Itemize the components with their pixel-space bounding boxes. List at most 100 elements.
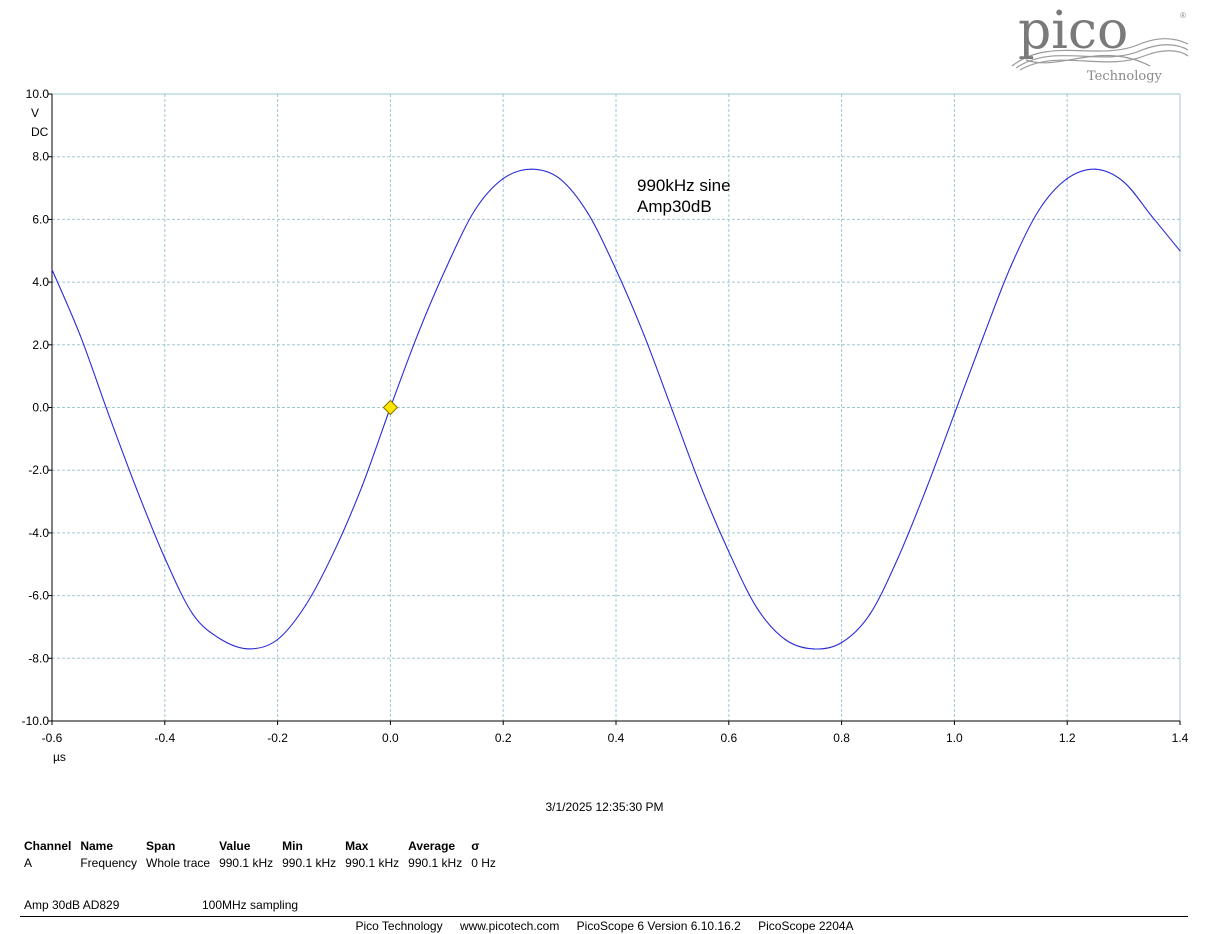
y-tick-label: -10.0 — [22, 714, 50, 728]
y-tick-label: 10.0 — [26, 87, 50, 101]
header-min: Min — [282, 839, 303, 853]
x-tick-label: 0.0 — [382, 731, 399, 745]
footer-company: Pico Technology — [355, 919, 443, 933]
annotation-line-2: Amp30dB — [637, 197, 712, 216]
note-sampling: 100MHz sampling — [202, 898, 299, 912]
capture-timestamp: 3/1/2025 12:35:30 PM — [545, 800, 664, 814]
data-point — [897, 557, 899, 559]
header-name: Name — [80, 839, 114, 853]
y-tick-label: 6.0 — [32, 212, 49, 226]
note-amplifier: Amp 30dB AD829 — [24, 898, 120, 912]
data-point — [164, 557, 166, 559]
header-channel: Channel — [24, 839, 72, 853]
data-point — [953, 413, 956, 415]
y-tick-label: -2.0 — [28, 463, 49, 477]
header-span: Span — [146, 839, 176, 853]
cell-span: Whole trace — [146, 856, 211, 870]
data-point — [1151, 215, 1153, 217]
data-point — [812, 648, 815, 650]
data-point — [587, 212, 589, 214]
data-point — [136, 488, 138, 490]
y-tick-label: 0.0 — [32, 401, 49, 415]
y-axis-coupling-label: DC — [31, 125, 49, 139]
cell-value: 990.1 kHz — [219, 856, 274, 870]
data-point — [1094, 168, 1096, 170]
header-average: Average — [408, 839, 456, 853]
y-axis-ticks: 10.0 8.0 6.0 4.0 2.0 0.0 -2.0 -4.0 -6.0 -8.0 -10.0 — [22, 87, 50, 728]
x-tick-label: 1.0 — [946, 731, 963, 745]
x-tick-label: 0.8 — [833, 731, 850, 745]
x-tick-label: -0.2 — [267, 731, 288, 745]
x-tick-label: 0.6 — [720, 731, 737, 745]
cell-sigma: 0 Hz — [471, 856, 496, 870]
x-axis-ticks: -0.6 -0.4 -0.2 0.0 0.2 0.4 0.6 0.8 1.0 1.2 1.4 — [42, 731, 1189, 745]
data-point — [502, 178, 504, 180]
x-tick-label: 1.4 — [1172, 731, 1189, 745]
data-point — [361, 485, 363, 487]
x-tick-label: 0.4 — [608, 731, 625, 745]
header-sigma: σ — [471, 839, 480, 853]
logo-registered-mark: ® — [1180, 11, 1186, 20]
data-point — [559, 178, 561, 180]
data-point — [925, 488, 927, 490]
data-point — [220, 638, 222, 641]
trigger-marker[interactable] — [382, 399, 399, 416]
footer-version: PicoScope 6 Version 6.10.16.2 — [576, 919, 741, 933]
footer: Pico Technology www.picotech.com PicoSco… — [0, 919, 1209, 933]
header-max: Max — [345, 839, 369, 853]
data-point — [841, 642, 843, 644]
data-point — [1010, 265, 1012, 267]
data-point — [1123, 181, 1125, 183]
data-point — [333, 551, 335, 553]
y-tick-label: -6.0 — [28, 589, 49, 603]
data-point — [446, 265, 448, 267]
y-axis-unit-label: V — [31, 106, 39, 120]
y-tick-label: 2.0 — [32, 338, 49, 352]
header-value: Value — [219, 839, 251, 853]
data-point — [728, 551, 730, 553]
data-point — [615, 269, 617, 271]
annotation-line-1: 990kHz sine — [637, 176, 731, 195]
x-axis-unit-label: µs — [53, 750, 66, 764]
measurements-table: Channel Name Span Value Min Max Average … — [24, 839, 505, 870]
y-tick-label: 4.0 — [32, 275, 49, 289]
data-point — [305, 604, 307, 606]
logo-subtitle: Technology — [1087, 69, 1163, 84]
x-tick-label: -0.4 — [154, 731, 175, 745]
footer-device: PicoScope 2204A — [758, 919, 854, 933]
data-point — [700, 485, 702, 487]
data-point — [79, 334, 81, 336]
scope-chart: pico Technology ® 10.0 8.0 6.0 4.0 2.0 0.0 -2.… — [22, 1, 1189, 764]
data-point — [107, 413, 109, 415]
data-point — [756, 607, 758, 609]
table-row: A Frequency Whole trace 990.1 kHz 990.1 … — [24, 856, 505, 870]
data-point — [671, 410, 674, 412]
cell-max: 990.1 kHz — [345, 856, 400, 870]
data-point — [982, 337, 984, 340]
data-point — [277, 638, 279, 641]
cell-name: Frequency — [80, 856, 138, 870]
pico-technology-logo: pico Technology ® — [1011, 1, 1189, 84]
logo-wordmark: pico — [1018, 1, 1128, 61]
footer-website: www.picotech.com — [459, 919, 560, 933]
data-point — [784, 638, 786, 641]
footer-divider — [20, 916, 1188, 917]
data-point — [192, 613, 194, 616]
x-tick-label: -0.6 — [42, 731, 63, 745]
data-point — [1038, 209, 1040, 211]
cell-channel: A — [24, 856, 33, 870]
data-point — [869, 613, 871, 616]
measurements-header-row: Channel Name Span Value Min Max Average … — [24, 839, 505, 856]
cell-average: 990.1 kHz — [408, 856, 463, 870]
y-tick-label: -8.0 — [28, 651, 49, 665]
data-point — [530, 168, 533, 170]
x-tick-label: 0.2 — [495, 731, 512, 745]
cell-min: 990.1 kHz — [282, 856, 337, 870]
data-point — [248, 648, 250, 650]
grid — [48, 93, 1181, 725]
data-point — [51, 269, 53, 271]
data-point — [418, 331, 420, 333]
data-point — [1179, 250, 1181, 252]
data-point — [643, 334, 645, 336]
data-point — [1066, 178, 1068, 180]
